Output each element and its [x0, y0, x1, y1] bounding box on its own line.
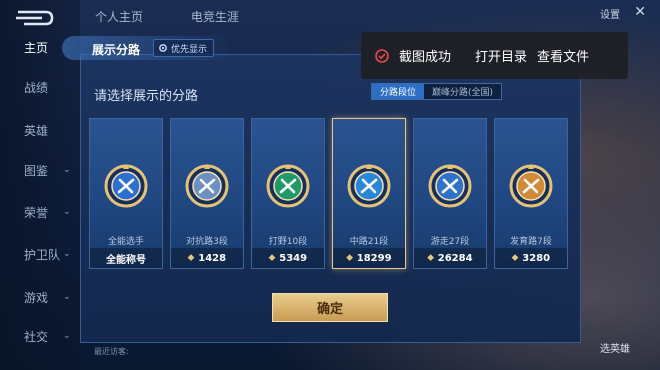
segment-peak-route[interactable]: 巅峰分路(全国)	[424, 84, 502, 99]
modal-subtitle: 请选择展示的分路	[94, 89, 199, 104]
close-icon[interactable]: ✕	[634, 4, 646, 20]
open-directory-link[interactable]: 打开目录	[475, 46, 527, 65]
route-card-footer-text: 5349	[279, 252, 308, 264]
nav-item-label: 英雄	[24, 123, 49, 138]
nav-item-1[interactable]: 战绩	[0, 72, 80, 102]
rank-points-icon: ⬥	[187, 253, 195, 263]
route-card[interactable]: 打野10段 ⬥ 5349	[251, 118, 325, 269]
nav-item-6[interactable]: 游戏 ⌄	[0, 282, 80, 312]
segment-switch: 分路段位 巅峰分路(全国)	[371, 83, 503, 100]
route-card-footer-text: 1428	[198, 252, 227, 264]
nav-item-2[interactable]: 英雄	[0, 115, 80, 145]
rank-points-icon: ⬥	[427, 253, 434, 263]
nav-item-label: 游戏	[24, 290, 49, 305]
chevron-down-icon: ⌄	[63, 292, 71, 302]
route-card-footer: ⬥ 18299	[333, 248, 405, 268]
chevron-down-icon: ⌄	[63, 331, 71, 341]
check-circle-icon	[375, 48, 389, 63]
toast-message: 截图成功	[399, 50, 452, 65]
rank-points-icon: ⬥	[511, 253, 519, 263]
view-file-link[interactable]: 查看文件	[537, 46, 589, 65]
back-logo-icon[interactable]	[14, 10, 54, 26]
rank-points-icon: ⬥	[346, 253, 353, 263]
nav-item-label: 战绩	[24, 80, 49, 95]
route-card-name: 对抗路3段	[186, 237, 228, 247]
modal-title: 展示分路	[92, 43, 141, 57]
recent-visitors-label: 最近访客:	[94, 347, 129, 356]
top-tabs: 个人主页 电竞生涯	[95, 8, 283, 25]
route-card-name: 游走27段	[430, 237, 470, 247]
farm-lane-badge-icon	[509, 164, 553, 208]
pick-hero-button[interactable]: 选英雄	[600, 340, 630, 355]
jungle-badge-icon	[266, 164, 310, 208]
route-card-name: 中路21段	[349, 237, 389, 247]
route-card[interactable]: 对抗路3段 ⬥ 1428	[170, 118, 244, 269]
nav-item-5[interactable]: 护卫队 ⌄	[0, 239, 80, 269]
roam-badge-icon	[428, 164, 472, 208]
nav-item-label: 社交	[24, 329, 49, 344]
mid-lane-badge-icon	[347, 164, 391, 208]
clash-lane-badge-icon	[185, 164, 229, 208]
priority-display-button[interactable]: 优先显示	[153, 39, 215, 57]
nav-item-4[interactable]: 荣誉 ⌄	[0, 197, 80, 227]
route-card-footer: ⬥ 5349	[252, 248, 324, 268]
nav-item-7[interactable]: 社交 ⌄	[0, 321, 80, 351]
route-card[interactable]: 中路21段 ⬥ 18299	[332, 118, 406, 269]
route-card-footer-text: 3280	[522, 252, 551, 264]
chevron-down-icon: ⌄	[63, 165, 71, 175]
route-card-footer-text: 26284	[437, 252, 473, 264]
chevron-down-icon: ⌄	[63, 207, 71, 217]
route-card-footer-text: 18299	[356, 252, 392, 264]
route-card[interactable]: 游走27段 ⬥ 26284	[413, 118, 487, 269]
nav-item-label: 图鉴	[24, 163, 49, 178]
rank-points-icon: ⬥	[268, 253, 276, 263]
nav-item-label: 护卫队	[24, 247, 61, 262]
all-round-badge-icon	[104, 164, 148, 208]
route-card-footer: 全能称号	[90, 248, 162, 268]
chevron-down-icon: ⌄	[63, 249, 71, 259]
screenshot-toast: 截图成功 打开目录 查看文件	[361, 32, 628, 79]
route-card-footer: ⬥ 1428	[171, 248, 243, 268]
tab-esports-career[interactable]: 电竞生涯	[191, 10, 239, 24]
route-card-footer-text: 全能称号	[106, 254, 146, 266]
gear-icon	[159, 44, 167, 52]
route-card[interactable]: 发育路7段 ⬥ 3280	[494, 118, 568, 269]
route-card-name: 发育路7段	[510, 237, 552, 247]
tab-personal-home[interactable]: 个人主页	[95, 10, 143, 24]
route-card-name: 打野10段	[268, 237, 308, 247]
nav-item-label: 主页	[24, 40, 49, 55]
route-card-footer: ⬥ 3280	[495, 248, 567, 268]
route-card[interactable]: 全能选手 全能称号	[89, 118, 163, 269]
nav-item-label: 荣誉	[24, 205, 49, 220]
confirm-button[interactable]: 确定	[272, 293, 388, 322]
segment-route-rank[interactable]: 分路段位	[372, 84, 425, 99]
priority-display-label: 优先显示	[171, 44, 208, 55]
route-card-footer: ⬥ 26284	[414, 248, 486, 268]
settings-button[interactable]: 设置	[600, 6, 620, 21]
nav-item-3[interactable]: 图鉴 ⌄	[0, 155, 80, 185]
route-card-name: 全能选手	[107, 237, 144, 247]
